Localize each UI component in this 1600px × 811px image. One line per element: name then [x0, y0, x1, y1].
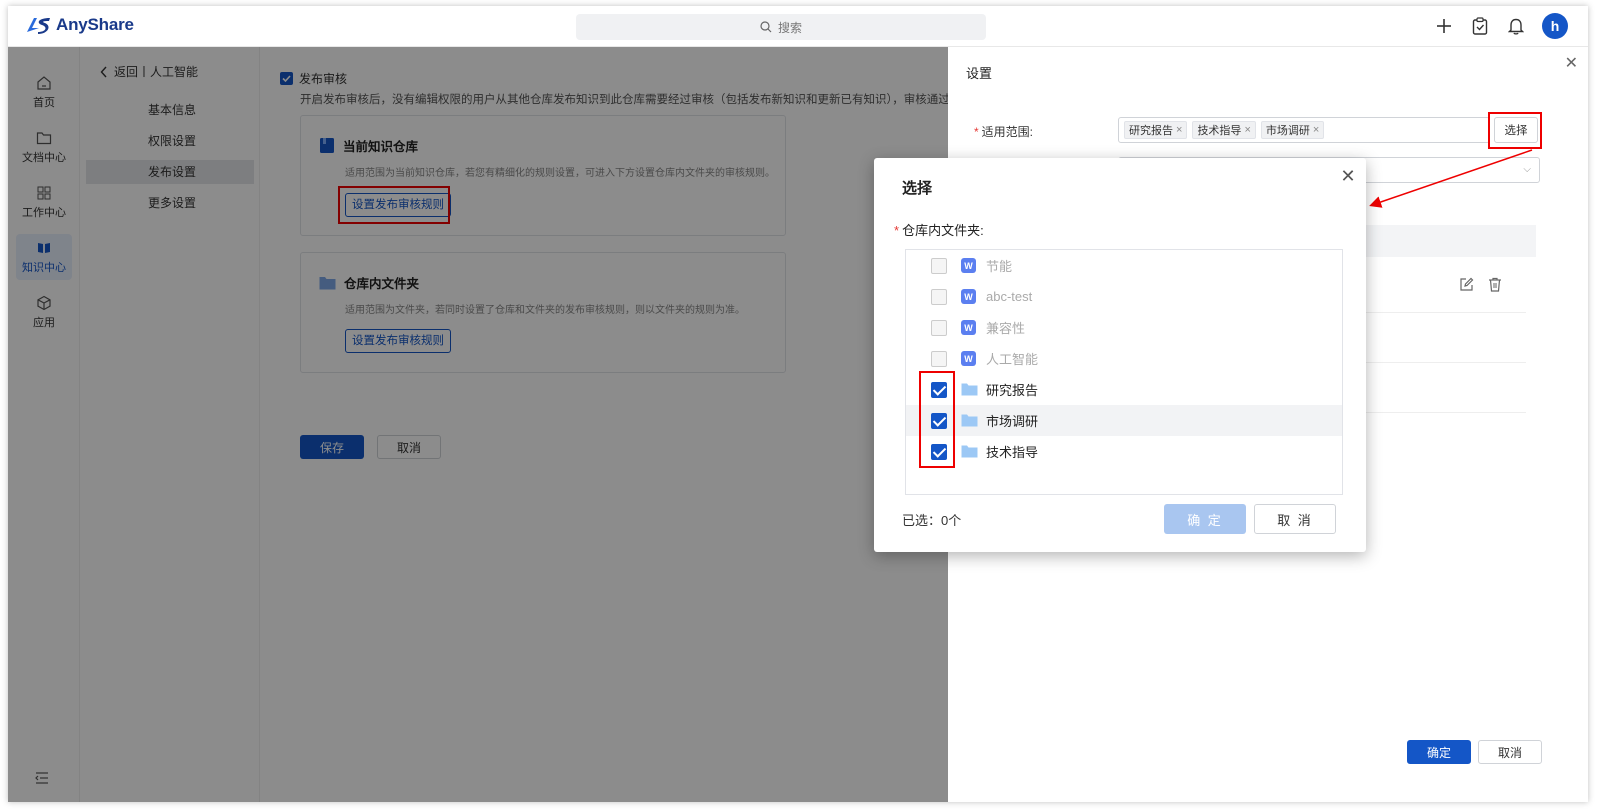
scope-tag: 技术指导 × — [1192, 121, 1256, 139]
search-placeholder: 搜索 — [777, 20, 802, 35]
tag-remove-icon[interactable]: × — [1176, 124, 1182, 136]
list-item-label: 兼容性 — [986, 321, 1026, 336]
drawer-title: 设置 — [966, 66, 993, 81]
drawer-cancel-button[interactable]: 取消 — [1478, 740, 1542, 764]
select-folder-dialog: 选择 ✕ * 仓库内文件夹: W 节能 W abc-test W 兼容性 W 人工… — [874, 158, 1366, 552]
edit-icon[interactable] — [1459, 277, 1474, 295]
folder-icon — [961, 383, 978, 396]
list-item[interactable]: W 兼容性 — [906, 312, 1342, 343]
list-item[interactable]: W abc-test — [906, 281, 1342, 312]
dialog-title: 选择 — [902, 180, 933, 197]
app-name: AnyShare — [56, 15, 134, 34]
list-item-label: 研究报告 — [986, 383, 1039, 398]
scope-label: * 适用范围: — [974, 125, 1034, 139]
list-item-label: abc-test — [986, 289, 1033, 304]
checkbox[interactable] — [931, 350, 947, 367]
global-search[interactable]: 搜索 — [576, 14, 986, 40]
knowledge-base-icon: W — [961, 351, 976, 366]
list-item[interactable]: 研究报告 — [906, 374, 1342, 405]
tag-remove-icon[interactable]: × — [1244, 124, 1250, 136]
folder-tree: W 节能 W abc-test W 兼容性 W 人工智能 研究报告 市场调研 技… — [905, 249, 1343, 495]
list-item[interactable]: W 人工智能 — [906, 343, 1342, 374]
add-icon[interactable] — [1434, 16, 1454, 36]
app-logo[interactable]: AnyShare — [26, 15, 134, 35]
required-mark: * — [894, 223, 900, 238]
scope-tag: 研究报告 × — [1124, 121, 1188, 139]
top-bar: AnyShare 搜索 h — [8, 6, 1588, 47]
list-item[interactable]: W 节能 — [906, 250, 1342, 281]
scope-tag-input[interactable]: 研究报告 × 技术指导 × 市场调研 × — [1118, 117, 1490, 143]
modal-overlay — [8, 47, 948, 802]
list-item-label: 市场调研 — [986, 414, 1039, 429]
user-avatar[interactable]: h — [1542, 13, 1568, 39]
delete-icon[interactable] — [1488, 277, 1502, 295]
task-clipboard-icon[interactable] — [1470, 16, 1490, 36]
chevron-down-icon: ⌵ — [1523, 164, 1531, 175]
knowledge-base-icon: W — [961, 289, 976, 304]
tag-remove-icon[interactable]: × — [1313, 124, 1319, 136]
checkbox[interactable] — [931, 319, 947, 336]
list-item-label: 技术指导 — [986, 445, 1039, 460]
list-item[interactable]: 技术指导 — [906, 436, 1342, 467]
folder-field-label: * 仓库内文件夹: — [894, 223, 984, 238]
selected-count: 已选：0个 — [902, 513, 962, 528]
knowledge-base-icon: W — [961, 320, 976, 335]
knowledge-base-icon: W — [961, 258, 976, 273]
checkbox[interactable] — [931, 288, 947, 305]
highlight-box — [1488, 112, 1542, 149]
drawer-close-icon[interactable]: ✕ — [1565, 53, 1578, 73]
dialog-close-icon[interactable]: ✕ — [1336, 164, 1360, 188]
dialog-cancel-button[interactable]: 取 消 — [1254, 504, 1336, 534]
list-item[interactable]: 市场调研 — [906, 405, 1342, 436]
search-icon — [760, 21, 772, 33]
folder-icon — [961, 445, 978, 458]
list-item-label: 人工智能 — [986, 352, 1039, 367]
anyshare-logo-icon — [27, 18, 50, 34]
drawer-ok-button[interactable]: 确定 — [1407, 740, 1471, 764]
scope-tag: 市场调研 × — [1260, 121, 1325, 139]
dialog-ok-button[interactable]: 确 定 — [1164, 504, 1246, 534]
required-mark: * — [974, 125, 979, 139]
folder-icon — [961, 414, 978, 427]
notification-bell-icon[interactable] — [1506, 16, 1526, 36]
list-item-label: 节能 — [986, 259, 1013, 274]
checkbox[interactable] — [931, 257, 947, 274]
highlight-box — [919, 371, 955, 468]
